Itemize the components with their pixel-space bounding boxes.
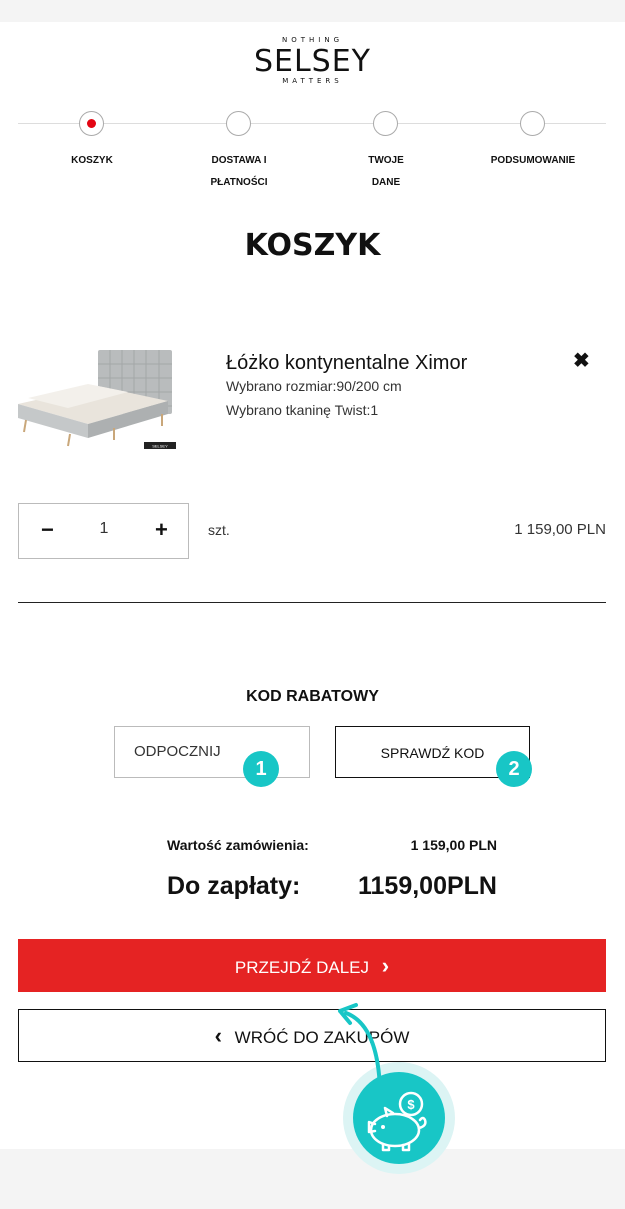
- product-fabric: Wybrano tkaninę Twist:1: [226, 402, 379, 418]
- product-price: 1 159,00 PLN: [514, 521, 606, 538]
- step-badge-2: 2: [496, 751, 532, 787]
- step-delivery-indicator: [226, 111, 251, 136]
- remove-item-icon[interactable]: ✖: [573, 348, 590, 373]
- quantity-decrease-button[interactable]: −: [41, 517, 54, 543]
- step-cart-indicator: [79, 111, 104, 136]
- order-value-label: Wartość zamówienia:: [167, 837, 309, 853]
- logo-tagline-bottom: MATTERS: [282, 77, 343, 85]
- logo-tagline-top: NOTHING: [281, 36, 343, 44]
- product-image[interactable]: SELSEY: [18, 346, 178, 452]
- curved-arrow-icon: [338, 1003, 382, 1092]
- product-size: Wybrano rozmiar:90/200 cm: [226, 378, 402, 394]
- proceed-button-label: PRZEJDŹ DALEJ: [234, 958, 370, 977]
- step-delivery-label: DOSTAWA I PŁATNOŚCI: [210, 155, 268, 188]
- svg-text:$: $: [407, 1097, 415, 1112]
- step-cart-label: KOSZYK: [71, 155, 113, 166]
- page-title: KOSZYK: [244, 228, 381, 263]
- logo[interactable]: SELSEY: [0, 44, 625, 79]
- quantity-increase-button[interactable]: +: [155, 517, 168, 543]
- cart-divider: [18, 602, 606, 603]
- step-summary-label: PODSUMOWANIE: [490, 155, 576, 166]
- to-pay-label: Do zapłaty:: [167, 872, 301, 900]
- coupon-title: KOD RABATOWY: [246, 688, 379, 705]
- step-data-label: TWOJE DANE: [368, 155, 404, 188]
- quantity-stepper: − 1 +: [18, 503, 189, 559]
- chevron-left-icon: ‹: [214, 1023, 222, 1048]
- step-badge-1: 1: [243, 751, 279, 787]
- order-value: 1 159,00 PLN: [410, 837, 497, 853]
- product-name[interactable]: Łóżko kontynentalne Ximor: [226, 352, 467, 375]
- checkout-steps-line: [18, 123, 606, 124]
- to-pay-value: 1159,00PLN: [358, 872, 497, 900]
- coupon-code-input[interactable]: ODPOCZNIJ: [114, 726, 310, 778]
- footer-band: [0, 1149, 625, 1209]
- quantity-input[interactable]: 1: [89, 520, 119, 538]
- step-summary-indicator: [520, 111, 545, 136]
- back-to-shopping-button[interactable]: ‹ WRÓĆ DO ZAKUPÓW: [18, 1009, 606, 1062]
- step-data-indicator: [373, 111, 398, 136]
- proceed-button[interactable]: PRZEJDŹ DALEJ ›: [18, 939, 606, 992]
- quantity-unit: szt.: [208, 522, 230, 538]
- product-image-brand-tag: SELSEY: [152, 444, 168, 449]
- chevron-right-icon: ›: [381, 953, 390, 978]
